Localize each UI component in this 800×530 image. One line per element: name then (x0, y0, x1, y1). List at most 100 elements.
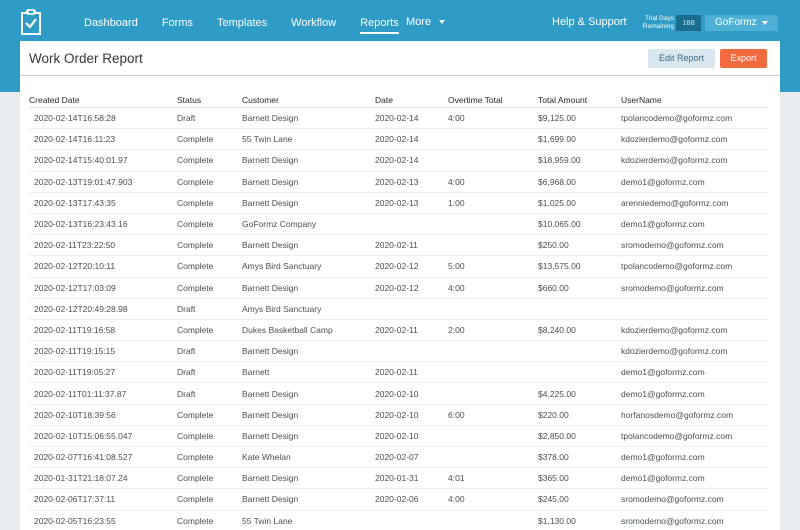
table-cell: 2020-02-14T16:58:28 (34, 113, 116, 124)
nav-item-dashboard[interactable]: Dashboard (84, 11, 138, 33)
table-cell: Complete (177, 430, 214, 441)
table-cell: 2020-02-12 (375, 282, 419, 293)
table-cell: 2020-02-14T16:11:23 (34, 134, 116, 145)
table-row[interactable]: 2020-01-31T21:18:07.24 Complete Barnett De… (29, 468, 768, 490)
table-cell: $13,575.00 (538, 261, 581, 272)
table-cell: tpolancodemo@goformz.com (621, 261, 733, 272)
report-header: Work Order Report Edit Report Export (20, 41, 780, 76)
table-cell: 2020-02-10 (375, 430, 419, 441)
column-header[interactable]: UserName (621, 95, 768, 107)
table-cell: 2020-02-11T19:05:27 (34, 367, 116, 378)
table-cell: 2020-02-12T17:03:09 (34, 282, 116, 293)
table-cell: 2020-02-11 (375, 367, 418, 378)
table-cell: 2020-02-06T17:37:11 (34, 494, 116, 505)
table-cell: Barnett Design (242, 155, 299, 166)
table-row[interactable]: 2020-02-13T17:43:35 Complete Barnett Desig… (29, 193, 768, 214)
chevron-down-icon (762, 21, 768, 25)
nav-more-menu[interactable]: More (406, 16, 446, 28)
trial-label-line-1: Trial Days (644, 15, 674, 22)
table-cell: 4:00 (448, 176, 465, 187)
table-row[interactable]: 2020-02-12T20:49:28.98 Draft Amys Bird San… (29, 299, 768, 320)
table-cell: Complete (177, 219, 214, 230)
nav-item-templates[interactable]: Templates (217, 11, 267, 33)
table-cell: Draft (177, 388, 196, 399)
table-row[interactable]: 2020-02-10T15:06:55.047 Complete Barnett D… (29, 426, 768, 447)
table-cell: $1,699.00 (538, 134, 576, 145)
report-card: Work Order Report Edit Report Export Cre… (20, 41, 780, 530)
table-cell: arenniedemo@goformz.com (621, 197, 729, 208)
table-cell: Complete (177, 452, 214, 463)
table-row[interactable]: 2020-02-05T16:23:55 Complete 55 Twin Lane $… (29, 511, 768, 530)
table-row[interactable]: 2020-02-14T16:58:28 Draft Barnett Design 20… (29, 108, 768, 130)
table-cell: 2020-02-06 (375, 494, 419, 505)
table-cell: Complete (177, 324, 214, 335)
nav-item-workflow[interactable]: Workflow (291, 11, 336, 33)
table-cell: demo1@goformz.com (621, 219, 705, 230)
table-cell: Complete (177, 282, 214, 293)
table-cell: $220.00 (538, 409, 569, 420)
column-header[interactable]: Total Amount (538, 95, 621, 107)
table-cell: Barnett Design (242, 409, 299, 420)
table-cell: 2020-02-10T15:06:55.047 (34, 430, 133, 441)
column-header[interactable]: Created Date (29, 95, 177, 107)
table-row[interactable]: 2020-02-12T20:10:11 Complete Amys Bird San… (29, 256, 768, 278)
table-cell: Amys Bird Sanctuary (242, 261, 322, 272)
table-row[interactable]: 2020-02-10T18:39:56 Complete Barnett Desig… (29, 405, 768, 426)
table-cell: 2020-01-31 (375, 473, 419, 484)
table-row[interactable]: 2020-02-12T17:03:09 Complete Barnett Desig… (29, 278, 768, 299)
table-cell: $378.00 (538, 452, 569, 463)
table-row[interactable]: 2020-02-06T17:37:11 Complete Barnett Desig… (29, 489, 768, 511)
account-dropdown[interactable]: GoFormz (705, 15, 778, 31)
table-cell: 2020-02-11T01:11:37.87 (34, 388, 127, 399)
table-row[interactable]: 2020-02-07T16:41:08.527 Complete Kate Whel… (29, 447, 768, 469)
table-cell: 2020-02-14 (375, 155, 419, 166)
table-cell: 2020-02-05T16:23:55 (34, 515, 116, 526)
table-cell: $2,850.00 (538, 430, 576, 441)
table-row[interactable]: 2020-02-11T19:05:27 Draft Barnett 2020-02-1… (29, 362, 768, 384)
table-row[interactable]: 2020-02-11T19:16:58 Complete Dukes Basketb… (29, 320, 768, 342)
table-row[interactable]: 2020-02-13T19:01:47.903 Complete Barnett D… (29, 172, 768, 193)
table-cell: tpolancodemo@goformz.com (621, 430, 733, 441)
trial-days-count: 188 (676, 15, 701, 31)
column-header[interactable]: Overtime Total (448, 95, 538, 107)
table-cell: Barnett Design (242, 240, 299, 251)
export-button[interactable]: Export (720, 49, 767, 68)
column-header[interactable]: Date (375, 95, 448, 107)
nav-item-reports[interactable]: Reports (360, 11, 399, 34)
table-cell: kdozierdemo@goformz.com (621, 155, 728, 166)
table-cell: sromodemo@goformz.com (621, 515, 724, 526)
table-cell: 4:01 (448, 473, 465, 484)
goformz-logo-icon[interactable] (20, 9, 42, 36)
table-cell: 2020-02-11 (375, 324, 418, 335)
table-cell: kdozierdemo@goformz.com (621, 134, 728, 145)
nav-more-label: More (406, 16, 432, 28)
table-cell: demo1@goformz.com (621, 367, 705, 378)
table-row[interactable]: 2020-02-14T15:40:01.97 Complete Barnett De… (29, 150, 768, 172)
table-cell: GoFormz Company (242, 219, 317, 230)
table-cell: demo1@goformz.com (621, 176, 705, 187)
edit-report-button[interactable]: Edit Report (648, 49, 715, 68)
table-cell: $660.00 (538, 282, 569, 293)
table-cell: Complete (177, 515, 214, 526)
table-row[interactable]: 2020-02-13T16:23:43.16 Complete GoFormz Co… (29, 214, 768, 236)
table-row[interactable]: 2020-02-11T23:22:50 Complete Barnett Desig… (29, 235, 768, 257)
column-header[interactable]: Customer (242, 95, 375, 107)
page-title: Work Order Report (29, 51, 143, 66)
table-row[interactable]: 2020-02-11T19:15:15 Draft Barnett Design kd… (29, 341, 768, 363)
nav-item-forms[interactable]: Forms (162, 11, 193, 33)
table-cell: Draft (177, 367, 196, 378)
column-header[interactable]: Status (177, 95, 242, 107)
table-cell: Complete (177, 261, 214, 272)
help-support-link[interactable]: Help & Support (552, 16, 627, 28)
table-row[interactable]: 2020-02-14T16:11:23 Complete 55 Twin Lane 2… (29, 129, 768, 151)
table-cell: Draft (177, 346, 196, 357)
table-cell: demo1@goformz.com (621, 388, 705, 399)
table-row[interactable]: 2020-02-11T01:11:37.87 Draft Barnett Desig… (29, 383, 768, 405)
table-cell: 4:00 (448, 113, 465, 124)
table-cell: 2020-02-07 (375, 452, 419, 463)
table-cell: Barnett Design (242, 430, 299, 441)
table-cell: Kate Whelan (242, 452, 291, 463)
table-cell: 2020-02-13 (375, 197, 419, 208)
table-cell: 4:00 (448, 282, 465, 293)
table-cell: Barnett Design (242, 113, 299, 124)
